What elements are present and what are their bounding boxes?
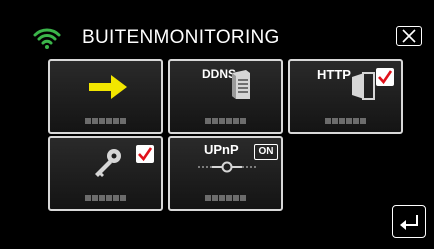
network-line-icon (198, 161, 256, 173)
return-arrow-icon (400, 215, 418, 230)
tile-http[interactable]: HTTP (288, 59, 403, 134)
tile-ddns[interactable]: DDNS (168, 59, 283, 134)
tile-key[interactable] (48, 136, 163, 211)
tile-forward[interactable] (48, 59, 163, 134)
masked-value (50, 111, 161, 129)
masked-value (170, 111, 281, 129)
close-icon (402, 29, 416, 43)
back-button[interactable] (392, 205, 426, 238)
check-badge (376, 68, 394, 86)
masked-value (50, 188, 161, 206)
server-icon (232, 70, 250, 99)
masked-value (290, 111, 401, 129)
close-button[interactable] (396, 26, 422, 46)
wifi-icon (33, 28, 61, 49)
checkmark-icon (378, 70, 393, 85)
masked-value (170, 188, 281, 206)
tile-upnp[interactable]: UPnP ON (168, 136, 283, 211)
page-title: BUITENMONITORING (82, 27, 280, 48)
checkmark-icon (138, 147, 153, 162)
check-badge (136, 145, 154, 163)
status-badge: ON (254, 144, 278, 160)
door-icon (352, 72, 375, 100)
http-label: HTTP (317, 67, 351, 82)
upnp-label: UPnP (204, 142, 239, 157)
right-arrow-icon (89, 75, 127, 99)
header-bar: BUITENMONITORING (0, 0, 434, 50)
key-icon (95, 149, 121, 177)
